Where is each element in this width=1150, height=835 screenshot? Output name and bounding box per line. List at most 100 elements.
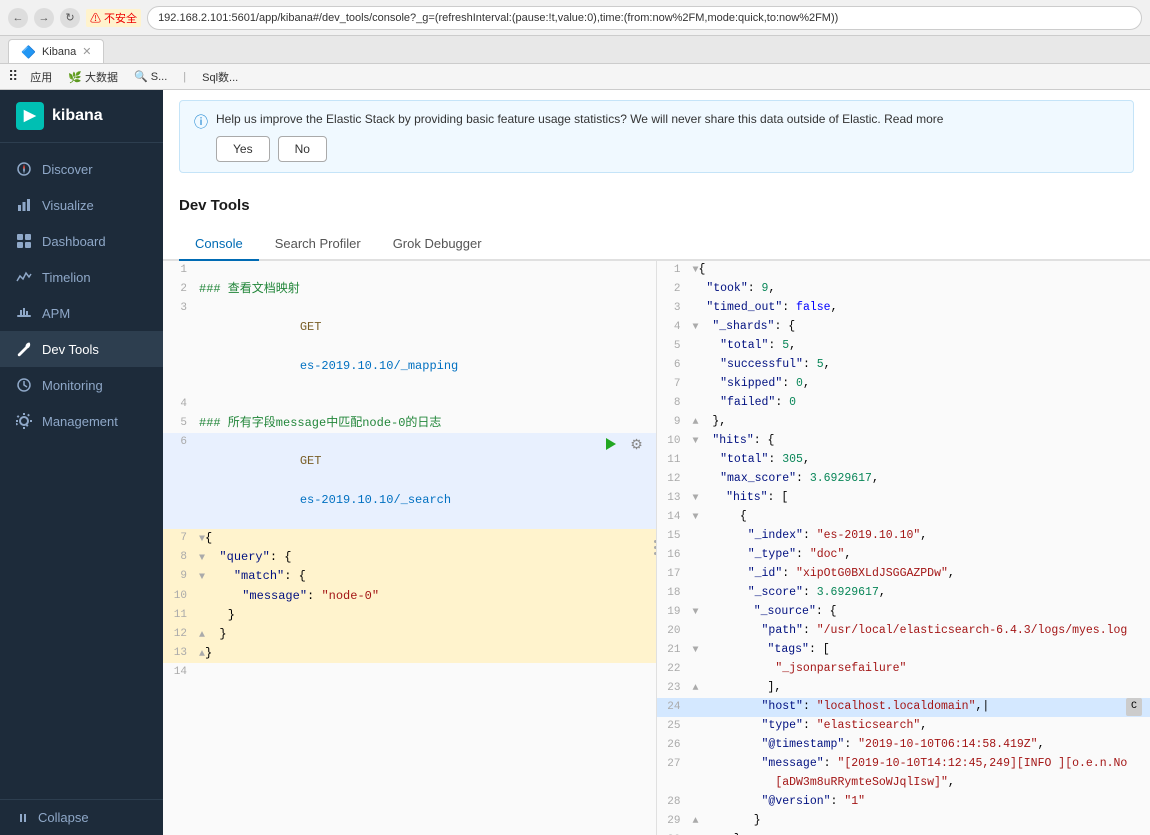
out-line-27: 27 "message": "[2019-10-10T14:12:45,249]… <box>657 755 1150 774</box>
logo-text: kibana <box>52 107 103 125</box>
sidebar-item-monitoring[interactable]: Monitoring <box>0 367 163 403</box>
out-line-7: 7 "skipped": 0, <box>657 375 1150 394</box>
tab-search-profiler[interactable]: Search Profiler <box>259 228 377 261</box>
tab-console-label: Console <box>195 236 243 251</box>
out-line-20: 20 "path": "/usr/local/elasticsearch-6.4… <box>657 622 1150 641</box>
sidebar-item-management[interactable]: Management <box>0 403 163 439</box>
tab-grok-debugger[interactable]: Grok Debugger <box>377 228 498 261</box>
collapse-label: Collapse <box>38 810 89 825</box>
line-4: 4 <box>163 395 656 414</box>
url-bar[interactable] <box>147 6 1142 30</box>
out-line-1: 1 ▼{ <box>657 261 1150 280</box>
tab-console[interactable]: Console <box>179 228 259 261</box>
yes-button[interactable]: Yes <box>216 136 270 162</box>
out-line-21: 21 ▼ "tags": [ <box>657 641 1150 660</box>
sidebar-label-discover: Discover <box>42 162 93 177</box>
line-10: 10 "message": "node-0" <box>163 587 656 606</box>
out-line-23: 23 ▲ ], <box>657 679 1150 698</box>
sidebar-label-apm: APM <box>42 306 70 321</box>
tab-search-profiler-label: Search Profiler <box>275 236 361 251</box>
bookmark-s[interactable]: 🔍 S... <box>130 68 171 85</box>
main-content: ⓘ Help us improve the Elastic Stack by p… <box>163 90 1150 835</box>
out-line-8: 8 "failed": 0 <box>657 394 1150 413</box>
tabs-bar: Console Search Profiler Grok Debugger <box>163 220 1150 261</box>
timelion-icon <box>16 269 32 285</box>
page-title: Dev Tools <box>163 183 1150 214</box>
out-line-4: 4 ▼ "_shards": { <box>657 318 1150 337</box>
line-3: 3 GET es-2019.10.10/_mapping <box>163 299 656 395</box>
bookmark-apps[interactable]: 应用 <box>26 67 56 87</box>
sidebar-label-monitoring: Monitoring <box>42 378 103 393</box>
out-line-24: 24 "host": "localhost.localdomain",| C <box>657 698 1150 717</box>
out-line-6: 6 "successful": 5, <box>657 356 1150 375</box>
sidebar-item-dev-tools[interactable]: Dev Tools <box>0 331 163 367</box>
sidebar-label-dashboard: Dashboard <box>42 234 106 249</box>
browser-bar: ← → ↻ ⚠ 不安全 <box>0 0 1150 36</box>
active-tab[interactable]: 🔷 Kibana ✕ <box>8 39 104 63</box>
line-11: 11 } <box>163 606 656 625</box>
sidebar-label-timelion: Timelion <box>42 270 91 285</box>
bookmark-sql[interactable]: Sql数... <box>198 67 242 87</box>
line-1: 1 <box>163 261 656 280</box>
close-tab[interactable]: ✕ <box>82 45 91 58</box>
line-9: 9 ▼ "match": { <box>163 567 656 586</box>
tab-title: Kibana <box>42 46 76 58</box>
out-line-26: 26 "@timestamp": "2019-10-10T06:14:58.41… <box>657 736 1150 755</box>
out-line-15: 15 "_index": "es-2019.10.10", <box>657 527 1150 546</box>
security-warning: ⚠ 不安全 <box>86 9 141 27</box>
wrench-icon <box>16 341 32 357</box>
management-gear-icon <box>16 413 32 429</box>
line-12: 12 ▲ } <box>163 625 656 644</box>
settings-button[interactable]: ⚙ <box>626 433 648 455</box>
out-line-28a: [aDW3m8uRRymteSoWJqlIsw]", <box>657 774 1150 793</box>
line-14: 14 <box>163 663 656 682</box>
out-line-13: 13 ▼ "hits": [ <box>657 489 1150 508</box>
sidebar-bottom: Collapse <box>0 799 163 835</box>
copy-button[interactable]: C <box>1126 698 1142 716</box>
collapse-icon <box>16 811 30 825</box>
line-6: 6 GET es-2019.10.10/_search <box>163 433 656 529</box>
info-icon: ⓘ <box>194 112 208 132</box>
sidebar-item-apm[interactable]: APM <box>0 295 163 331</box>
monitoring-icon <box>16 377 32 393</box>
out-line-30: 30 }, <box>657 831 1150 835</box>
collapse-button[interactable]: Collapse <box>16 810 147 825</box>
sidebar-logo: kibana <box>0 90 163 143</box>
line-13: 13 ▲} <box>163 644 656 663</box>
out-line-29: 29 ▲ } <box>657 812 1150 831</box>
input-editor[interactable]: 1 2 ### 查看文档映射 3 GET es-2019.10.10/_mapp… <box>163 261 656 835</box>
out-line-28b: 28 "@version": "1" <box>657 793 1150 812</box>
sidebar-item-visualize[interactable]: Visualize <box>0 187 163 223</box>
out-line-3: 3 "timed_out": false, <box>657 299 1150 318</box>
bookmarks-bar: ⠿ 应用 🌿 大数据 🔍 S... | Sql数... <box>0 64 1150 90</box>
out-line-12: 12 "max_score": 3.6929617, <box>657 470 1150 489</box>
refresh-button[interactable]: ↻ <box>60 8 80 28</box>
sidebar-item-discover[interactable]: Discover <box>0 151 163 187</box>
sidebar-item-dashboard[interactable]: Dashboard <box>0 223 163 259</box>
compass-icon <box>16 161 32 177</box>
line-5: 5 ### 所有字段message中匹配node-0的日志 <box>163 414 656 433</box>
output-editor: 1 ▼{ 2 "took": 9, 3 "timed_out": false, … <box>657 261 1150 835</box>
tab-grok-debugger-label: Grok Debugger <box>393 236 482 251</box>
out-line-9: 9 ▲ }, <box>657 413 1150 432</box>
run-button[interactable] <box>600 433 622 455</box>
banner-content: Help us improve the Elastic Stack by pro… <box>216 111 943 162</box>
back-button[interactable]: ← <box>8 8 28 28</box>
out-line-16: 16 "_type": "doc", <box>657 546 1150 565</box>
out-line-10: 10 ▼ "hits": { <box>657 432 1150 451</box>
apm-icon <box>16 305 32 321</box>
browser-tabs: 🔷 Kibana ✕ <box>0 36 1150 64</box>
sidebar-item-timelion[interactable]: Timelion <box>0 259 163 295</box>
no-button[interactable]: No <box>278 136 327 162</box>
out-line-11: 11 "total": 305, <box>657 451 1150 470</box>
out-line-2: 2 "took": 9, <box>657 280 1150 299</box>
app-container: kibana Discover <box>0 90 1150 835</box>
bar-chart-icon <box>16 197 32 213</box>
forward-button[interactable]: → <box>34 8 54 28</box>
grid-icon <box>16 233 32 249</box>
bookmark-bigdata[interactable]: 🌿 大数据 <box>64 67 122 87</box>
editor-area: 1 2 ### 查看文档映射 3 GET es-2019.10.10/_mapp… <box>163 261 1150 835</box>
kibana-icon <box>16 102 44 130</box>
editor-left-panel: 1 2 ### 查看文档映射 3 GET es-2019.10.10/_mapp… <box>163 261 657 835</box>
sidebar-label-dev-tools: Dev Tools <box>42 342 99 357</box>
